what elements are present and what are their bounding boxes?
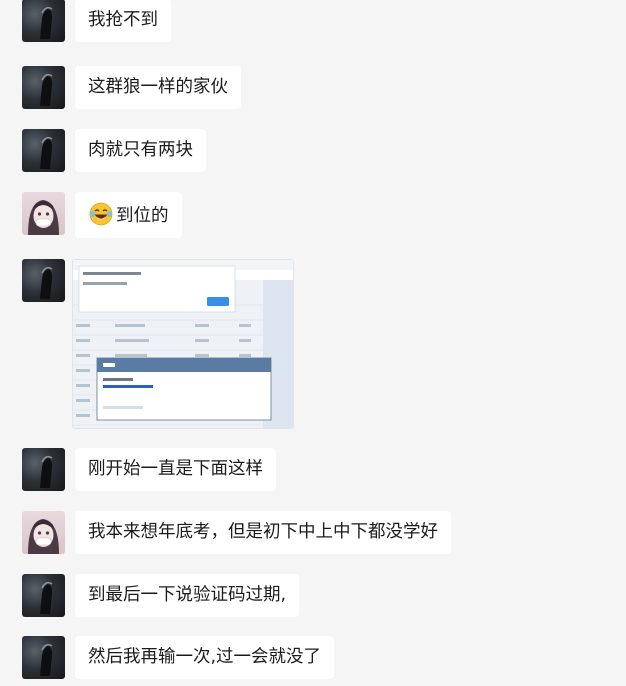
message-bubble[interactable]: 我本来想年底考，但是初下中上中下都没学好 (75, 511, 451, 554)
chat-message: 刚开始一直是下面这样 (22, 448, 276, 491)
message-bubble[interactable]: 肉就只有两块 (75, 129, 206, 172)
chat-message: 我本来想年底考，但是初下中上中下都没学好 (22, 511, 451, 554)
message-text: 到最后一下说验证码过期, (88, 585, 287, 605)
message-text: 我抢不到 (88, 10, 158, 30)
avatar[interactable] (22, 0, 65, 42)
avatar[interactable] (22, 448, 65, 491)
chat-message: 到位的 (22, 192, 182, 238)
message-bubble[interactable]: 刚开始一直是下面这样 (75, 448, 276, 491)
message-text: 这群狼一样的家伙 (88, 77, 228, 97)
avatar[interactable] (22, 511, 65, 554)
chat-message: 我抢不到 (22, 0, 171, 42)
avatar[interactable] (22, 66, 65, 109)
message-bubble[interactable]: 然后我再输一次,过一会就没了 (75, 636, 335, 679)
avatar[interactable] (22, 259, 65, 302)
avatar[interactable] (22, 129, 65, 172)
message-bubble[interactable]: 我抢不到 (75, 0, 171, 42)
chat-message: 然后我再输一次,过一会就没了 (22, 636, 335, 679)
message-text: 我本来想年底考，但是初下中上中下都没学好 (88, 522, 438, 542)
message-text: 刚开始一直是下面这样 (88, 459, 263, 479)
message-text: 然后我再输一次,过一会就没了 (88, 647, 322, 667)
avatar[interactable] (22, 192, 65, 235)
chat-message: 肉就只有两块 (22, 129, 206, 172)
message-bubble[interactable]: 这群狼一样的家伙 (75, 66, 241, 109)
message-bubble[interactable]: 到最后一下说验证码过期, (75, 574, 300, 617)
message-text: 肉就只有两块 (88, 140, 193, 160)
chat-history: 我抢不到 这群狼一样的家伙 肉就只有两块 到位的 刚开始一直是下面这样 我本来想… (0, 0, 626, 686)
laughing-tears-emoji-icon (88, 201, 114, 227)
avatar[interactable] (22, 636, 65, 679)
chat-message (22, 259, 294, 429)
chat-message: 到最后一下说验证码过期, (22, 574, 300, 617)
message-text: 到位的 (116, 206, 169, 226)
screenshot-image[interactable] (72, 259, 294, 429)
chat-message: 这群狼一样的家伙 (22, 66, 241, 109)
avatar[interactable] (22, 574, 65, 617)
message-bubble[interactable]: 到位的 (75, 192, 182, 238)
